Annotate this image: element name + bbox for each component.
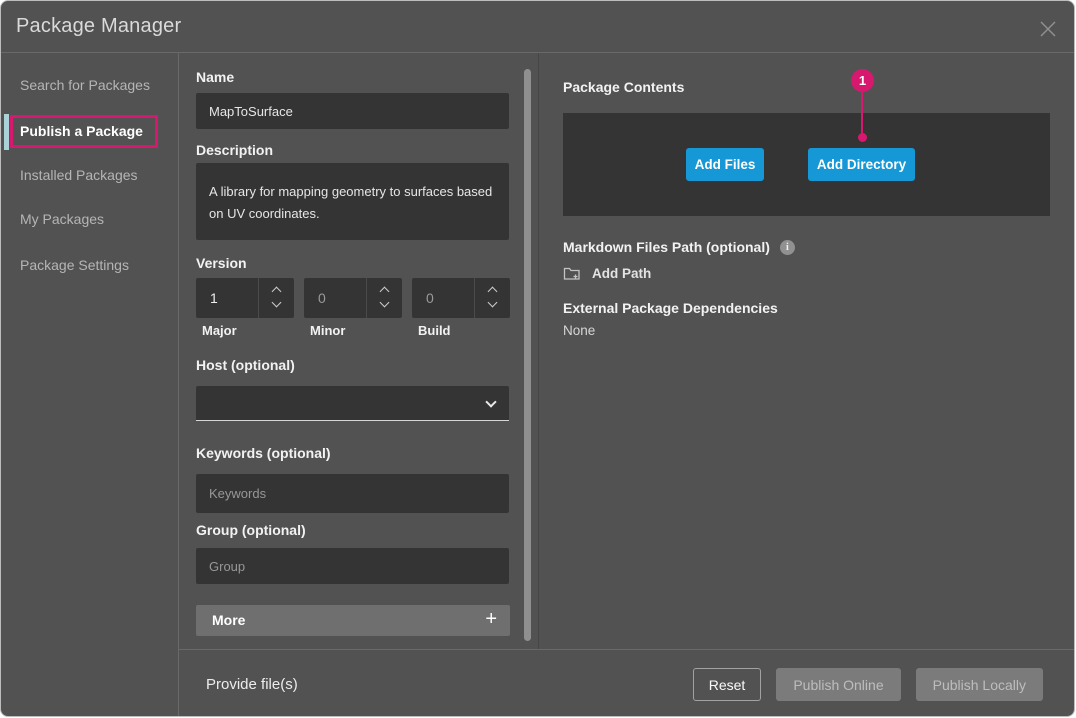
- minor-stepper-controls[interactable]: [366, 278, 402, 318]
- sidebar-item-installed-packages[interactable]: Installed Packages: [20, 166, 138, 184]
- form-scrollbar[interactable]: [524, 69, 531, 641]
- build-label: Build: [418, 323, 451, 338]
- name-label: Name: [196, 69, 234, 85]
- stepper-up-icon[interactable]: [380, 287, 390, 297]
- chevron-down-icon: [485, 396, 496, 407]
- sidebar-item-package-settings[interactable]: Package Settings: [20, 256, 129, 274]
- dependencies-value: None: [563, 323, 595, 338]
- annotation-marker-stem: [861, 91, 863, 135]
- plus-icon: +: [485, 605, 497, 634]
- sidebar-item-search-for-packages[interactable]: Search for Packages: [20, 76, 150, 94]
- group-label: Group (optional): [196, 522, 306, 538]
- host-label: Host (optional): [196, 357, 295, 373]
- description-label: Description: [196, 142, 273, 158]
- stepper-up-icon[interactable]: [488, 287, 498, 297]
- major-stepper-controls[interactable]: [258, 278, 294, 318]
- folder-add-icon: [563, 265, 581, 281]
- version-minor-stepper[interactable]: 0: [304, 278, 402, 318]
- sidebar: Search for Packages Publish a Package In…: [1, 53, 179, 717]
- more-label: More: [212, 605, 245, 636]
- package-contents-label: Package Contents: [563, 79, 684, 95]
- name-field[interactable]: [196, 93, 509, 129]
- host-select[interactable]: [196, 386, 509, 421]
- package-contents-panel: [563, 113, 1050, 216]
- add-path-button[interactable]: Add Path: [563, 265, 651, 281]
- publish-locally-button[interactable]: Publish Locally: [916, 668, 1043, 701]
- reset-button[interactable]: Reset: [693, 668, 762, 701]
- stepper-up-icon[interactable]: [272, 287, 282, 297]
- publish-online-button[interactable]: Publish Online: [776, 668, 900, 701]
- info-icon[interactable]: i: [780, 240, 795, 255]
- description-field[interactable]: A library for mapping geometry to surfac…: [196, 163, 509, 240]
- major-label: Major: [202, 323, 237, 338]
- version-label: Version: [196, 255, 247, 271]
- build-stepper-controls[interactable]: [474, 278, 510, 318]
- stepper-down-icon[interactable]: [380, 298, 390, 308]
- keywords-label: Keywords (optional): [196, 445, 331, 461]
- annotation-highlight-box: [10, 115, 158, 148]
- add-directory-button[interactable]: Add Directory: [808, 148, 915, 181]
- annotation-step-marker: 1: [851, 69, 874, 92]
- close-icon: [1038, 19, 1058, 39]
- minor-label: Minor: [310, 323, 345, 338]
- dependencies-label: External Package Dependencies: [563, 300, 778, 316]
- markdown-path-label: Markdown Files Path (optional): [563, 239, 770, 255]
- group-input[interactable]: [196, 548, 509, 584]
- stepper-down-icon[interactable]: [488, 298, 498, 308]
- close-button[interactable]: [1038, 19, 1058, 39]
- keywords-input[interactable]: [196, 474, 509, 513]
- window-title: Package Manager: [16, 15, 181, 38]
- annotation-marker-dot: [858, 133, 867, 142]
- version-major-stepper[interactable]: 1: [196, 278, 294, 318]
- version-build-stepper[interactable]: 0: [412, 278, 510, 318]
- package-manager-dialog: Package Manager Search for Packages Publ…: [0, 0, 1075, 717]
- add-path-label: Add Path: [592, 266, 651, 281]
- selected-item-accent-bar: [4, 114, 9, 150]
- minor-value: 0: [318, 278, 326, 318]
- footer-bar: Provide file(s) Reset Publish Online Pub…: [179, 649, 1075, 717]
- build-value: 0: [426, 278, 434, 318]
- stepper-down-icon[interactable]: [272, 298, 282, 308]
- panel-divider: [538, 53, 539, 649]
- major-value: 1: [210, 278, 218, 318]
- add-files-button[interactable]: Add Files: [686, 148, 764, 181]
- more-expander[interactable]: More +: [196, 605, 510, 636]
- title-bar: Package Manager: [1, 1, 1074, 53]
- sidebar-item-my-packages[interactable]: My Packages: [20, 210, 104, 228]
- provide-files-label: Provide file(s): [206, 650, 298, 717]
